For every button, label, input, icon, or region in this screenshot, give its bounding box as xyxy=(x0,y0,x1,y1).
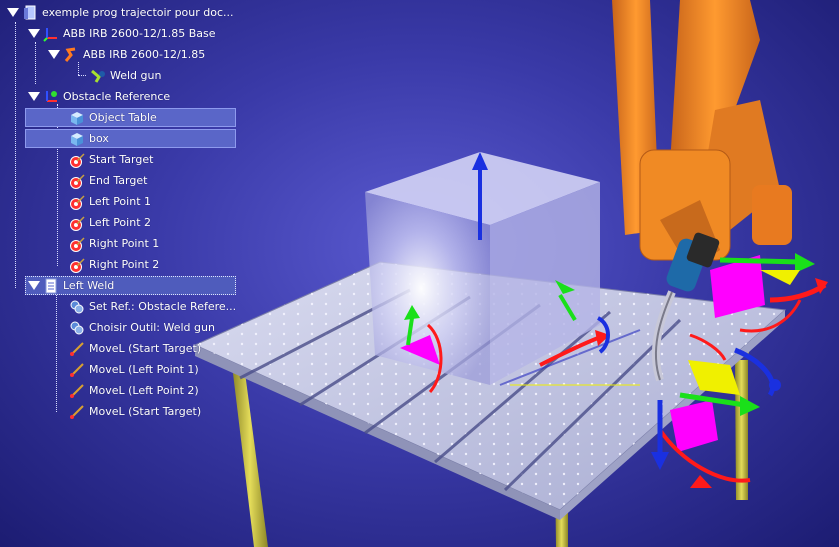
tree-line xyxy=(78,75,86,76)
tree-node-station[interactable]: exemple prog trajectoir pour doc... xyxy=(6,3,234,22)
tree-line xyxy=(35,42,36,84)
tree-line xyxy=(56,294,57,412)
movel-icon xyxy=(69,362,85,378)
tree-node-label: box xyxy=(89,132,109,145)
tree-node-label: Right Point 1 xyxy=(89,237,160,250)
tree-node-left-point-2[interactable]: Left Point 2 xyxy=(67,213,151,232)
tree-node-label: Obstacle Reference xyxy=(63,90,171,103)
tree-node-label: End Target xyxy=(89,174,148,187)
target-icon xyxy=(69,152,85,168)
tree-node-object-table[interactable]: Object Table xyxy=(67,108,157,127)
tree-node-label: Left Point 1 xyxy=(89,195,151,208)
collapse-triangle-icon[interactable] xyxy=(6,6,20,20)
tree-node-movel-start-target-2[interactable]: MoveL (Start Target) xyxy=(67,402,201,421)
tree-node-movel-left-point-2[interactable]: MoveL (Left Point 2) xyxy=(67,381,199,400)
collapse-triangle-icon[interactable] xyxy=(27,279,41,293)
target-icon xyxy=(69,215,85,231)
tree-node-movel-start-target[interactable]: MoveL (Start Target) xyxy=(67,339,201,358)
tree-node-right-point-1[interactable]: Right Point 1 xyxy=(67,234,159,253)
tree-node-robot-base[interactable]: ABB IRB 2600-12/1.85 Base xyxy=(27,24,216,43)
set-reference-icon xyxy=(69,299,85,315)
cube-icon xyxy=(69,131,85,147)
tree-line xyxy=(15,22,16,288)
target-icon xyxy=(69,173,85,189)
movel-icon xyxy=(69,404,85,420)
tree-node-movel-left-point-1[interactable]: MoveL (Left Point 1) xyxy=(67,360,199,379)
selection-highlight xyxy=(25,129,236,148)
tree-node-label: Start Target xyxy=(89,153,154,166)
tree-node-choose-tool[interactable]: Choisir Outil: Weld gun xyxy=(67,318,215,337)
target-icon xyxy=(69,257,85,273)
tree-node-label: Weld gun xyxy=(110,69,162,82)
object-tree: exemple prog trajectoir pour doc... ABB … xyxy=(0,0,240,430)
collapse-triangle-icon[interactable] xyxy=(47,48,61,62)
collapse-triangle-icon[interactable] xyxy=(27,27,41,41)
movel-icon xyxy=(69,383,85,399)
tree-node-label: Choisir Outil: Weld gun xyxy=(89,321,215,334)
weld-gun-icon xyxy=(90,68,106,84)
tree-node-left-weld-program[interactable]: Left Weld xyxy=(27,276,114,295)
tree-node-label: ABB IRB 2600-12/1.85 xyxy=(83,48,206,61)
tree-node-label: Left Point 2 xyxy=(89,216,151,229)
tree-node-obstacle-reference[interactable]: Obstacle Reference xyxy=(27,87,170,106)
tree-node-label: MoveL (Left Point 2) xyxy=(89,384,199,397)
collapse-triangle-icon[interactable] xyxy=(27,90,41,104)
tree-node-left-point-1[interactable]: Left Point 1 xyxy=(67,192,151,211)
tree-node-label: Object Table xyxy=(89,111,157,124)
program-document-icon xyxy=(43,278,59,294)
tree-node-label: MoveL (Left Point 1) xyxy=(89,363,199,376)
target-icon xyxy=(69,194,85,210)
movel-icon xyxy=(69,341,85,357)
tree-node-label: exemple prog trajectoir pour doc... xyxy=(42,6,234,19)
tree-node-tool[interactable]: Weld gun xyxy=(88,66,161,85)
tree-node-label: Right Point 2 xyxy=(89,258,160,271)
tree-node-end-target[interactable]: End Target xyxy=(67,171,147,190)
tree-node-label: Left Weld xyxy=(63,279,115,292)
cube-icon xyxy=(69,110,85,126)
tree-node-robot[interactable]: ABB IRB 2600-12/1.85 xyxy=(47,45,205,64)
target-icon xyxy=(69,236,85,252)
tree-node-label: MoveL (Start Target) xyxy=(89,405,202,418)
robot-arm-icon xyxy=(63,47,79,63)
tree-node-right-point-2[interactable]: Right Point 2 xyxy=(67,255,159,274)
tree-node-label: MoveL (Start Target) xyxy=(89,342,202,355)
tree-node-label: ABB IRB 2600-12/1.85 Base xyxy=(63,27,216,40)
tree-node-set-reference[interactable]: Set Ref.: Obstacle Refere... xyxy=(67,297,236,316)
tree-node-box[interactable]: box xyxy=(67,129,109,148)
station-document-icon xyxy=(22,5,38,21)
frame-axes-icon xyxy=(43,26,59,42)
tree-node-start-target[interactable]: Start Target xyxy=(67,150,153,169)
choose-tool-icon xyxy=(69,320,85,336)
workobject-frame-icon xyxy=(43,89,59,105)
tree-node-label: Set Ref.: Obstacle Refere... xyxy=(89,300,237,313)
